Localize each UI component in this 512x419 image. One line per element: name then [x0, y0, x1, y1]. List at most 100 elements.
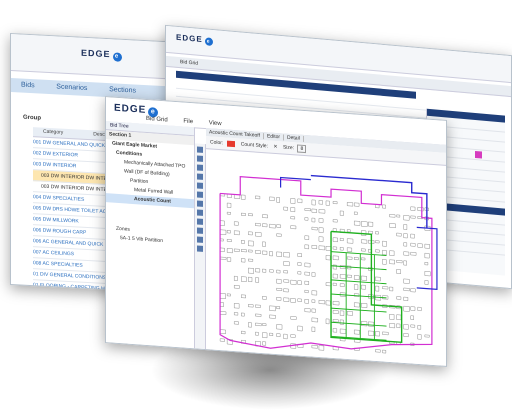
- plan-mark: [241, 212, 246, 216]
- plan-mark: [241, 276, 247, 282]
- plan-mark: [339, 310, 345, 316]
- plan-mark: [248, 213, 253, 217]
- plan-mark: [241, 194, 246, 200]
- plan-mark: [311, 326, 316, 332]
- floor-plan[interactable]: [210, 152, 442, 367]
- plan-mark: [332, 328, 338, 333]
- plan-mark: [234, 303, 240, 309]
- plan-mark: [382, 331, 389, 336]
- count-style-label: Count Style:: [240, 141, 268, 150]
- plan-mark: [361, 248, 366, 252]
- plan-mark: [304, 289, 309, 294]
- tool-icon[interactable]: [197, 209, 203, 216]
- plan-mark: [424, 262, 429, 266]
- plan-mark: [276, 269, 281, 274]
- plan-mark: [354, 202, 360, 207]
- grid-title: Bid Grid: [180, 59, 199, 67]
- plan-mark: [339, 283, 345, 287]
- plan-mark: [276, 333, 281, 337]
- plan-mark: [417, 243, 423, 248]
- plan-mark: [248, 267, 254, 274]
- tab-sections[interactable]: Sections: [109, 86, 136, 94]
- plan-mark: [339, 237, 344, 242]
- plan-mark: [255, 268, 261, 273]
- plan-mark: [276, 287, 283, 291]
- plan-mark: [219, 220, 225, 226]
- plan-mark: [354, 220, 361, 226]
- plan-mark: [396, 214, 401, 218]
- tab-scenarios[interactable]: Scenarios: [56, 83, 87, 92]
- menu-view[interactable]: View: [209, 120, 222, 127]
- plan-mark: [262, 250, 268, 255]
- plan-mark: [255, 277, 259, 283]
- count-style-x-icon[interactable]: ✕: [273, 144, 277, 150]
- plan-mark: [290, 207, 296, 213]
- plan-mark: [269, 269, 274, 273]
- tool-icon[interactable]: [197, 245, 203, 252]
- plan-mark: [219, 247, 225, 252]
- menu-bid-grid[interactable]: Bid Grid: [146, 116, 168, 124]
- plan-mark: [297, 198, 303, 204]
- category-header[interactable]: Category: [43, 129, 63, 136]
- plan-mark: [332, 282, 337, 286]
- plan-mark: [410, 315, 414, 320]
- tool-icon[interactable]: [197, 200, 203, 207]
- menu-file[interactable]: File: [183, 119, 193, 126]
- tool-icon[interactable]: [197, 182, 203, 189]
- tool-icon[interactable]: [197, 191, 203, 198]
- plan-mark: [396, 269, 401, 274]
- tool-icon[interactable]: [197, 173, 203, 180]
- plan-mark: [255, 313, 262, 317]
- plan-mark: [234, 275, 238, 281]
- tool-icon[interactable]: [197, 146, 203, 153]
- plan-mark: [283, 270, 288, 274]
- size-select[interactable]: 8: [297, 144, 307, 154]
- plan-mark: [255, 304, 261, 308]
- plan-mark: [297, 325, 303, 332]
- plan-mark: [304, 308, 311, 313]
- plan-mark: [382, 349, 387, 354]
- plan-mark: [354, 211, 358, 215]
- plan-mark: [389, 286, 394, 292]
- plan-mark: [269, 314, 276, 319]
- plan-mark: [255, 232, 262, 237]
- plan-mark: [290, 316, 297, 320]
- color-swatch[interactable]: [227, 140, 236, 147]
- plan-mark: [304, 299, 309, 304]
- plan-mark: [410, 206, 416, 211]
- tool-icon[interactable]: [197, 227, 203, 234]
- plan-mark: [219, 229, 227, 235]
- plan-mark: [354, 275, 360, 281]
- plan-mark: [403, 333, 409, 338]
- plan-mark: [403, 278, 410, 284]
- plan-mark: [297, 298, 302, 302]
- plan-mark: [219, 329, 226, 335]
- plan-mark: [346, 229, 351, 233]
- plan-mark: [325, 255, 331, 261]
- plan-mark: [339, 274, 347, 279]
- plan-mark: [410, 251, 417, 256]
- plan-green-line: [331, 265, 387, 271]
- plan-mark: [332, 300, 340, 306]
- plan-mark: [403, 287, 410, 292]
- plan-mark: [290, 279, 297, 285]
- plan-blue-wall: [416, 226, 438, 290]
- tab-bids[interactable]: Bids: [21, 82, 35, 90]
- plan-mark: [304, 280, 309, 285]
- plan-mark: [318, 209, 326, 214]
- plan-mark: [276, 251, 282, 257]
- plan-mark: [219, 293, 226, 299]
- tool-icon[interactable]: [197, 164, 203, 171]
- tool-icon[interactable]: [197, 218, 203, 225]
- plan-mark: [262, 241, 266, 247]
- plan-mark: [304, 271, 310, 276]
- plan-mark: [389, 250, 395, 256]
- plan-mark: [269, 305, 276, 312]
- plan-mark: [375, 240, 380, 244]
- tool-icon[interactable]: [197, 155, 203, 162]
- tool-icon[interactable]: [197, 236, 203, 243]
- plan-mark: [290, 216, 296, 220]
- plan-mark: [255, 195, 261, 200]
- plan-mark: [269, 332, 274, 337]
- plan-mark: [325, 246, 332, 251]
